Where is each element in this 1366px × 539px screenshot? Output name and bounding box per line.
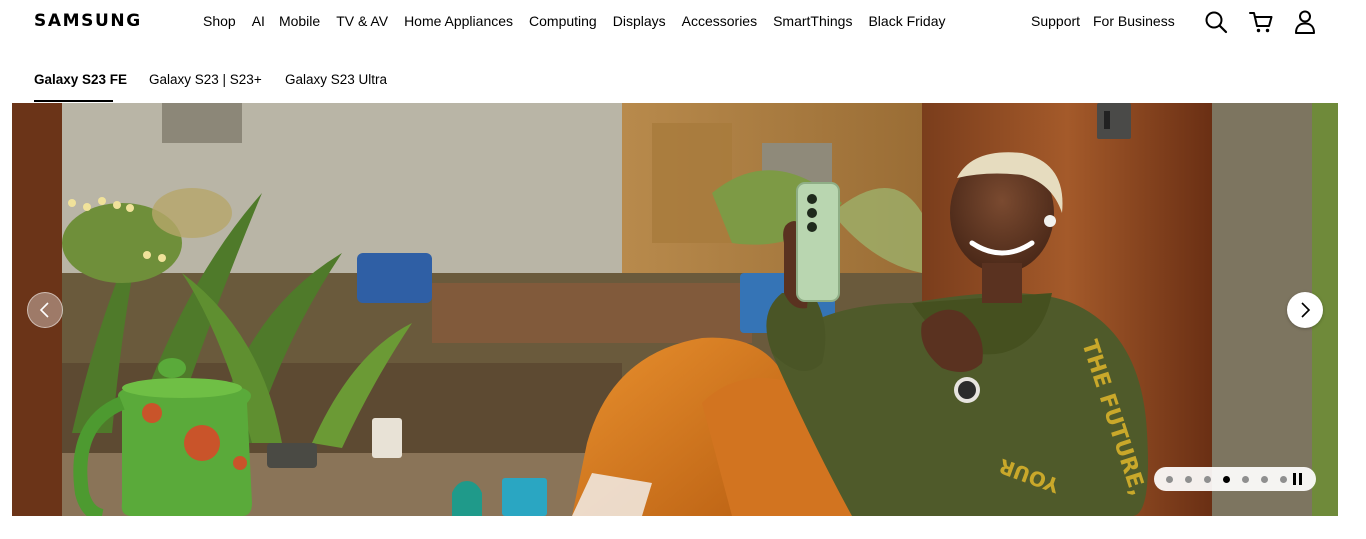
tab-galaxy-s23-ultra[interactable]: Galaxy S23 Ultra bbox=[285, 72, 387, 87]
previous-slide-button[interactable] bbox=[27, 292, 63, 328]
tab-galaxy-s23-s23plus[interactable]: Galaxy S23 | S23+ bbox=[149, 72, 262, 87]
search-icon bbox=[1205, 11, 1228, 34]
slide-dot-5[interactable] bbox=[1242, 475, 1249, 483]
nav-item-computing[interactable]: Computing bbox=[529, 13, 597, 29]
global-header: SAMSUNG Shop AI Mobile TV & AV Home Appl… bbox=[0, 0, 1366, 44]
utility-nav-business: For Business bbox=[1093, 13, 1175, 29]
for-business-link[interactable]: For Business bbox=[1093, 13, 1175, 29]
tab-galaxy-s23-fe[interactable]: Galaxy S23 FE bbox=[34, 72, 127, 87]
nav-item-black-friday[interactable]: Black Friday bbox=[868, 13, 945, 29]
nav-item-smartthings[interactable]: SmartThings bbox=[773, 13, 852, 29]
chevron-left-icon bbox=[39, 302, 49, 318]
nav-item-accessories[interactable]: Accessories bbox=[682, 13, 757, 29]
nav-item-displays[interactable]: Displays bbox=[613, 13, 666, 29]
pause-icon-bar bbox=[1299, 473, 1302, 485]
active-tab-indicator bbox=[34, 100, 113, 102]
samsung-logo[interactable]: SAMSUNG bbox=[34, 11, 142, 31]
carousel-pagination bbox=[1154, 467, 1316, 491]
hero-image: THE FUTURE, YOUR bbox=[12, 103, 1338, 516]
nav-item-ai[interactable]: AI bbox=[252, 13, 265, 29]
pause-button[interactable] bbox=[1293, 473, 1303, 485]
hero-carousel: THE FUTURE, YOUR bbox=[12, 103, 1338, 516]
chevron-right-icon bbox=[1301, 302, 1311, 318]
cart-icon bbox=[1249, 12, 1273, 33]
nav-item-shop[interactable]: Shop bbox=[203, 13, 236, 29]
support-link[interactable]: Support bbox=[1031, 13, 1080, 29]
main-nav: Shop AI Mobile TV & AV Home Appliances C… bbox=[203, 13, 961, 29]
search-button[interactable] bbox=[1203, 9, 1229, 35]
slide-dot-6[interactable] bbox=[1261, 475, 1268, 483]
slide-dot-7[interactable] bbox=[1280, 475, 1287, 483]
nav-item-home-appliances[interactable]: Home Appliances bbox=[404, 13, 513, 29]
nav-item-mobile[interactable]: Mobile bbox=[279, 13, 320, 29]
slide-dot-4[interactable] bbox=[1223, 475, 1230, 483]
slide-dot-1[interactable] bbox=[1166, 475, 1173, 483]
utility-nav: Support bbox=[1031, 13, 1080, 29]
next-slide-button[interactable] bbox=[1287, 292, 1323, 328]
slide-dot-2[interactable] bbox=[1185, 475, 1192, 483]
user-icon bbox=[1295, 10, 1315, 34]
cart-button[interactable] bbox=[1248, 9, 1274, 35]
slide-dot-3[interactable] bbox=[1204, 475, 1211, 483]
product-tabs: Galaxy S23 FE Galaxy S23 | S23+ Galaxy S… bbox=[0, 66, 1366, 103]
pause-icon bbox=[1293, 473, 1296, 485]
nav-item-tv-av[interactable]: TV & AV bbox=[336, 13, 388, 29]
account-button[interactable] bbox=[1292, 9, 1318, 35]
